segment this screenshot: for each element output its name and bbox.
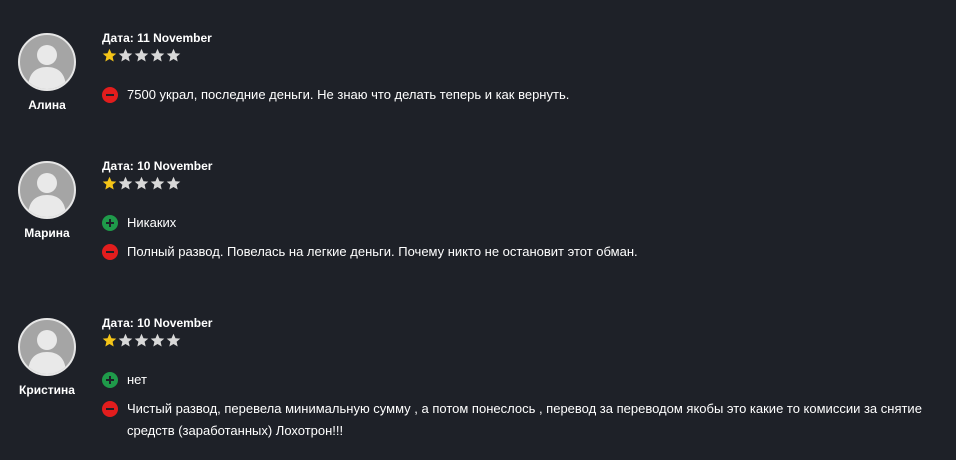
minus-circle-icon — [102, 87, 118, 103]
author-name: Марина — [24, 226, 70, 240]
cons-text: Чистый развод, перевела минимальную сумм… — [127, 401, 922, 438]
author-name: Кристина — [19, 383, 75, 397]
star-empty-icon — [134, 176, 149, 190]
review-author: Алина — [14, 33, 80, 112]
pros-text: Никаких — [127, 215, 177, 230]
minus-circle-icon — [102, 401, 118, 417]
review-cons: Полный развод. Повелась на легкие деньги… — [102, 241, 638, 263]
star-empty-icon — [166, 333, 181, 347]
review-body: Дата: 11 November 7500 украл, последние … — [102, 31, 942, 103]
review-date: Дата: 10 November — [102, 316, 213, 330]
review-pros: Никаких — [102, 212, 176, 234]
review-body: Дата: 10 November нет Чистый развод, пер… — [102, 316, 942, 438]
star-filled-icon — [102, 333, 117, 347]
reviews-list: Алина Дата: 11 November 7500 украл, посл… — [0, 0, 956, 460]
review-body: Дата: 10 November Никаких Полный развод.… — [102, 159, 942, 260]
review-date: Дата: 11 November — [102, 31, 212, 45]
review-author: Кристина — [14, 318, 80, 397]
review-author: Марина — [14, 161, 80, 240]
user-silhouette-icon — [28, 330, 66, 374]
avatar — [18, 161, 76, 219]
avatar — [18, 33, 76, 91]
star-filled-icon — [102, 48, 117, 62]
star-empty-icon — [166, 176, 181, 190]
plus-circle-icon — [102, 372, 118, 388]
star-empty-icon — [134, 48, 149, 62]
review-pros: нет — [102, 369, 147, 391]
star-empty-icon — [118, 176, 133, 190]
cons-text: Полный развод. Повелась на легкие деньги… — [127, 244, 638, 259]
user-silhouette-icon — [28, 173, 66, 217]
star-rating — [102, 176, 942, 192]
user-silhouette-icon — [28, 45, 66, 89]
star-filled-icon — [102, 176, 117, 190]
avatar — [18, 318, 76, 376]
author-name: Алина — [28, 98, 66, 112]
star-empty-icon — [150, 48, 165, 62]
star-rating — [102, 333, 942, 349]
star-empty-icon — [150, 333, 165, 347]
pros-text: нет — [127, 372, 147, 387]
star-empty-icon — [134, 333, 149, 347]
review-cons: 7500 украл, последние деньги. Не знаю чт… — [102, 84, 569, 106]
review-date: Дата: 10 November — [102, 159, 213, 173]
star-empty-icon — [150, 176, 165, 190]
star-rating — [102, 48, 942, 64]
minus-circle-icon — [102, 244, 118, 260]
review-cons: Чистый развод, перевела минимальную сумм… — [102, 398, 942, 442]
star-empty-icon — [118, 333, 133, 347]
star-empty-icon — [166, 48, 181, 62]
cons-text: 7500 украл, последние деньги. Не знаю чт… — [127, 87, 570, 102]
plus-circle-icon — [102, 215, 118, 231]
star-empty-icon — [118, 48, 133, 62]
